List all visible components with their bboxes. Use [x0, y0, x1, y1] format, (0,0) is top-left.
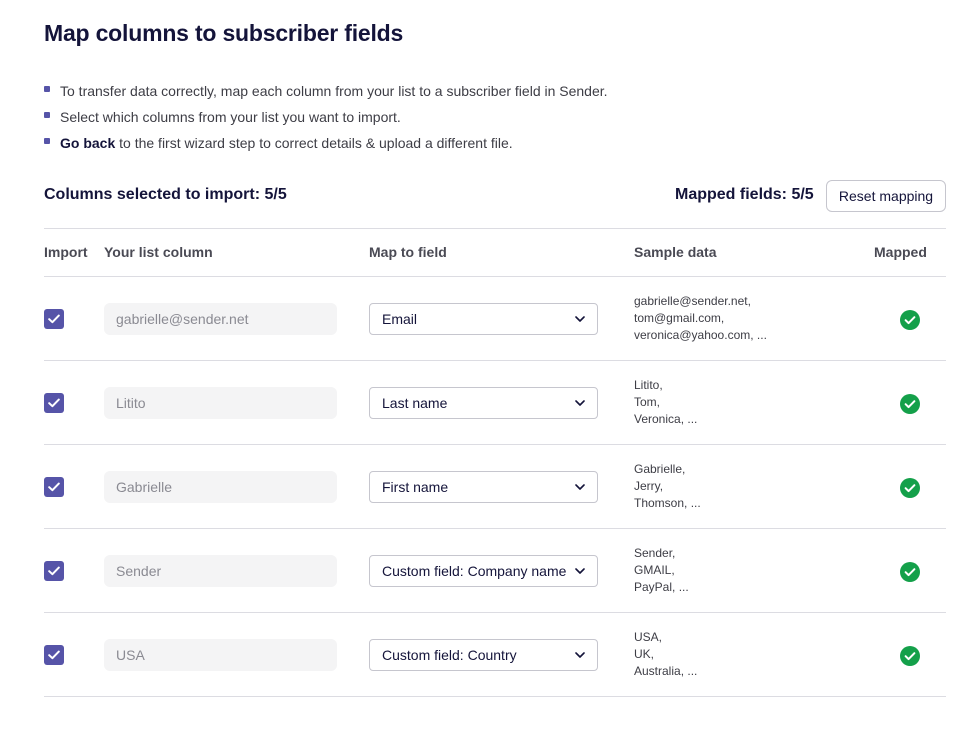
- check-icon: [48, 314, 60, 324]
- sample-data: Sender, GMAIL, PayPal, ...: [634, 545, 689, 596]
- sample-value: Tom,: [634, 395, 661, 409]
- selected-field-label: Last name: [382, 395, 448, 411]
- sample-data: Gabrielle, Jerry, Thomson, ...: [634, 461, 701, 512]
- mapped-check-icon: [900, 394, 920, 414]
- sample-value: tom@gmail.com,: [634, 311, 725, 325]
- import-checkbox[interactable]: [44, 561, 64, 581]
- check-icon: [48, 566, 60, 576]
- selected-field-label: Email: [382, 311, 418, 327]
- table-row: Custom field: Country USA, UK, Australia, …: [44, 613, 946, 697]
- check-icon: [48, 650, 60, 660]
- map-to-field-select[interactable]: Custom field: Country: [369, 639, 598, 671]
- header-list-column: Your list column: [104, 244, 213, 260]
- check-icon: [48, 398, 60, 408]
- mapped-check-icon: [900, 562, 920, 582]
- mapped-check-icon: [900, 310, 920, 330]
- selected-field-label: First name: [382, 479, 449, 495]
- map-to-field-select[interactable]: Custom field: Company name: [369, 555, 598, 587]
- table-top-divider: [44, 228, 946, 229]
- chevron-down-icon: [575, 314, 585, 324]
- header-sample-data: Sample data: [634, 244, 717, 260]
- sample-value: USA,: [634, 630, 663, 644]
- sample-value: UK,: [634, 647, 655, 661]
- header-map-to-field: Map to field: [369, 244, 447, 260]
- sample-value: Veronica, ...: [634, 412, 698, 426]
- mapped-fields-count: Mapped fields: 5/5: [675, 186, 814, 203]
- instruction-item: Go back to the first wizard step to corr…: [44, 130, 608, 156]
- columns-selected-count: Columns selected to import: 5/5: [44, 186, 287, 203]
- mapped-check-icon: [900, 478, 920, 498]
- sample-value: veronica@yahoo.com, ...: [634, 328, 767, 342]
- table-row: Last name Litito, Tom, Veronica, ...: [44, 361, 946, 445]
- map-to-field-select[interactable]: Last name: [369, 387, 598, 419]
- list-column-value: [104, 639, 337, 671]
- sample-value: Australia, ...: [634, 664, 698, 678]
- list-column-value: [104, 555, 337, 587]
- instruction-text: Select which columns from your list you …: [60, 109, 401, 125]
- table-row: First name Gabrielle, Jerry, Thomson, ...: [44, 445, 946, 529]
- chevron-down-icon: [575, 650, 585, 660]
- page-title: Map columns to subscriber fields: [44, 20, 404, 46]
- list-column-value: [104, 303, 337, 335]
- instruction-item: To transfer data correctly, map each col…: [44, 78, 608, 104]
- sample-value: Jerry,: [634, 479, 664, 493]
- mapped-check-icon: [900, 646, 920, 666]
- sample-data: gabrielle@sender.net, tom@gmail.com, veron…: [634, 293, 767, 344]
- header-import: Import: [44, 244, 88, 260]
- import-checkbox[interactable]: [44, 645, 64, 665]
- instruction-text: To transfer data correctly, map each col…: [60, 83, 608, 99]
- instructions-list: To transfer data correctly, map each col…: [44, 78, 608, 156]
- chevron-down-icon: [575, 566, 585, 576]
- list-column-value: [104, 387, 337, 419]
- sample-value: gabrielle@sender.net,: [634, 294, 751, 308]
- selected-field-label: Custom field: Company name: [382, 563, 567, 579]
- table-row: Email gabrielle@sender.net, tom@gmail.com…: [44, 277, 946, 361]
- import-checkbox[interactable]: [44, 393, 64, 413]
- list-column-value: [104, 471, 337, 503]
- import-checkbox[interactable]: [44, 477, 64, 497]
- sample-value: Litito,: [634, 378, 663, 392]
- chevron-down-icon: [575, 398, 585, 408]
- sample-value: Sender,: [634, 546, 676, 560]
- chevron-down-icon: [575, 482, 585, 492]
- instruction-text: to the first wizard step to correct deta…: [115, 135, 513, 151]
- sample-value: GMAIL,: [634, 563, 675, 577]
- import-checkbox[interactable]: [44, 309, 64, 329]
- sample-value: PayPal, ...: [634, 580, 689, 594]
- sample-value: Thomson, ...: [634, 496, 701, 510]
- header-mapped: Mapped: [874, 244, 927, 260]
- table-row: Custom field: Company name Sender, GMAIL,…: [44, 529, 946, 613]
- instruction-item: Select which columns from your list you …: [44, 104, 608, 130]
- check-icon: [48, 482, 60, 492]
- selected-field-label: Custom field: Country: [382, 647, 517, 663]
- map-to-field-select[interactable]: Email: [369, 303, 598, 335]
- sample-data: Litito, Tom, Veronica, ...: [634, 377, 697, 428]
- row-divider: [44, 696, 946, 697]
- sample-value: Gabrielle,: [634, 462, 686, 476]
- sample-data: USA, UK, Australia, ...: [634, 629, 697, 680]
- go-back-link[interactable]: Go back: [60, 135, 115, 151]
- map-to-field-select[interactable]: First name: [369, 471, 598, 503]
- reset-mapping-button[interactable]: Reset mapping: [826, 180, 946, 212]
